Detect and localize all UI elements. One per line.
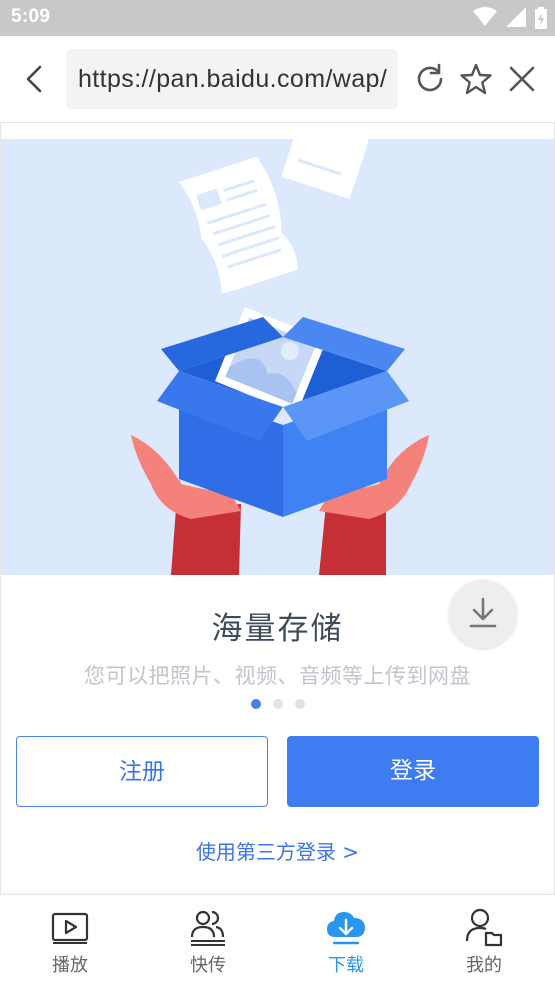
nav-item-download[interactable]: 下载 bbox=[277, 895, 415, 985]
register-button[interactable]: 注册 bbox=[16, 736, 268, 807]
onboarding-description: 您可以把照片、视频、音频等上传到网盘 bbox=[84, 664, 471, 688]
nav-label-profile: 我的 bbox=[466, 955, 502, 976]
download-icon bbox=[469, 597, 497, 628]
nav-item-transfer[interactable]: 快传 bbox=[139, 895, 277, 985]
nav-item-profile[interactable]: 我的 bbox=[415, 895, 553, 985]
star-icon[interactable] bbox=[459, 62, 493, 96]
third-party-login-link[interactable]: 使用第三方登录 > bbox=[0, 836, 555, 865]
cloud-download-icon bbox=[327, 912, 365, 945]
storage-box-illustration bbox=[131, 139, 429, 575]
bottom-navigation: 播放 快传 下载 我的 bbox=[0, 894, 555, 985]
signal-icon bbox=[505, 7, 526, 27]
battery-icon bbox=[535, 7, 547, 29]
nav-item-play[interactable]: 播放 bbox=[1, 895, 139, 985]
profile-icon bbox=[465, 908, 503, 947]
close-icon[interactable] bbox=[505, 62, 539, 96]
browser-toolbar: https://pan.baidu.com/wap/ bbox=[0, 36, 555, 123]
nav-label-download: 下载 bbox=[328, 955, 364, 976]
page-dot-active[interactable] bbox=[250, 699, 261, 709]
back-arrow-icon[interactable] bbox=[18, 62, 52, 96]
page-indicator bbox=[0, 699, 555, 709]
page-dot[interactable] bbox=[294, 699, 305, 709]
status-bar: 5:09 bbox=[0, 0, 555, 36]
refresh-icon[interactable] bbox=[413, 62, 447, 96]
url-bar[interactable]: https://pan.baidu.com/wap/ bbox=[66, 49, 398, 109]
users-icon bbox=[190, 910, 225, 946]
hero-illustration bbox=[1, 139, 554, 575]
nav-label-transfer: 快传 bbox=[190, 955, 226, 976]
page-dot[interactable] bbox=[272, 699, 283, 709]
status-time: 5:09 bbox=[11, 6, 51, 27]
floating-download-button[interactable] bbox=[449, 580, 517, 648]
play-icon bbox=[51, 912, 89, 944]
wifi-icon bbox=[472, 7, 497, 26]
login-button[interactable]: 登录 bbox=[287, 736, 539, 807]
url-text: https://pan.baidu.com/wap/ bbox=[78, 65, 388, 93]
nav-label-play: 播放 bbox=[52, 955, 88, 976]
